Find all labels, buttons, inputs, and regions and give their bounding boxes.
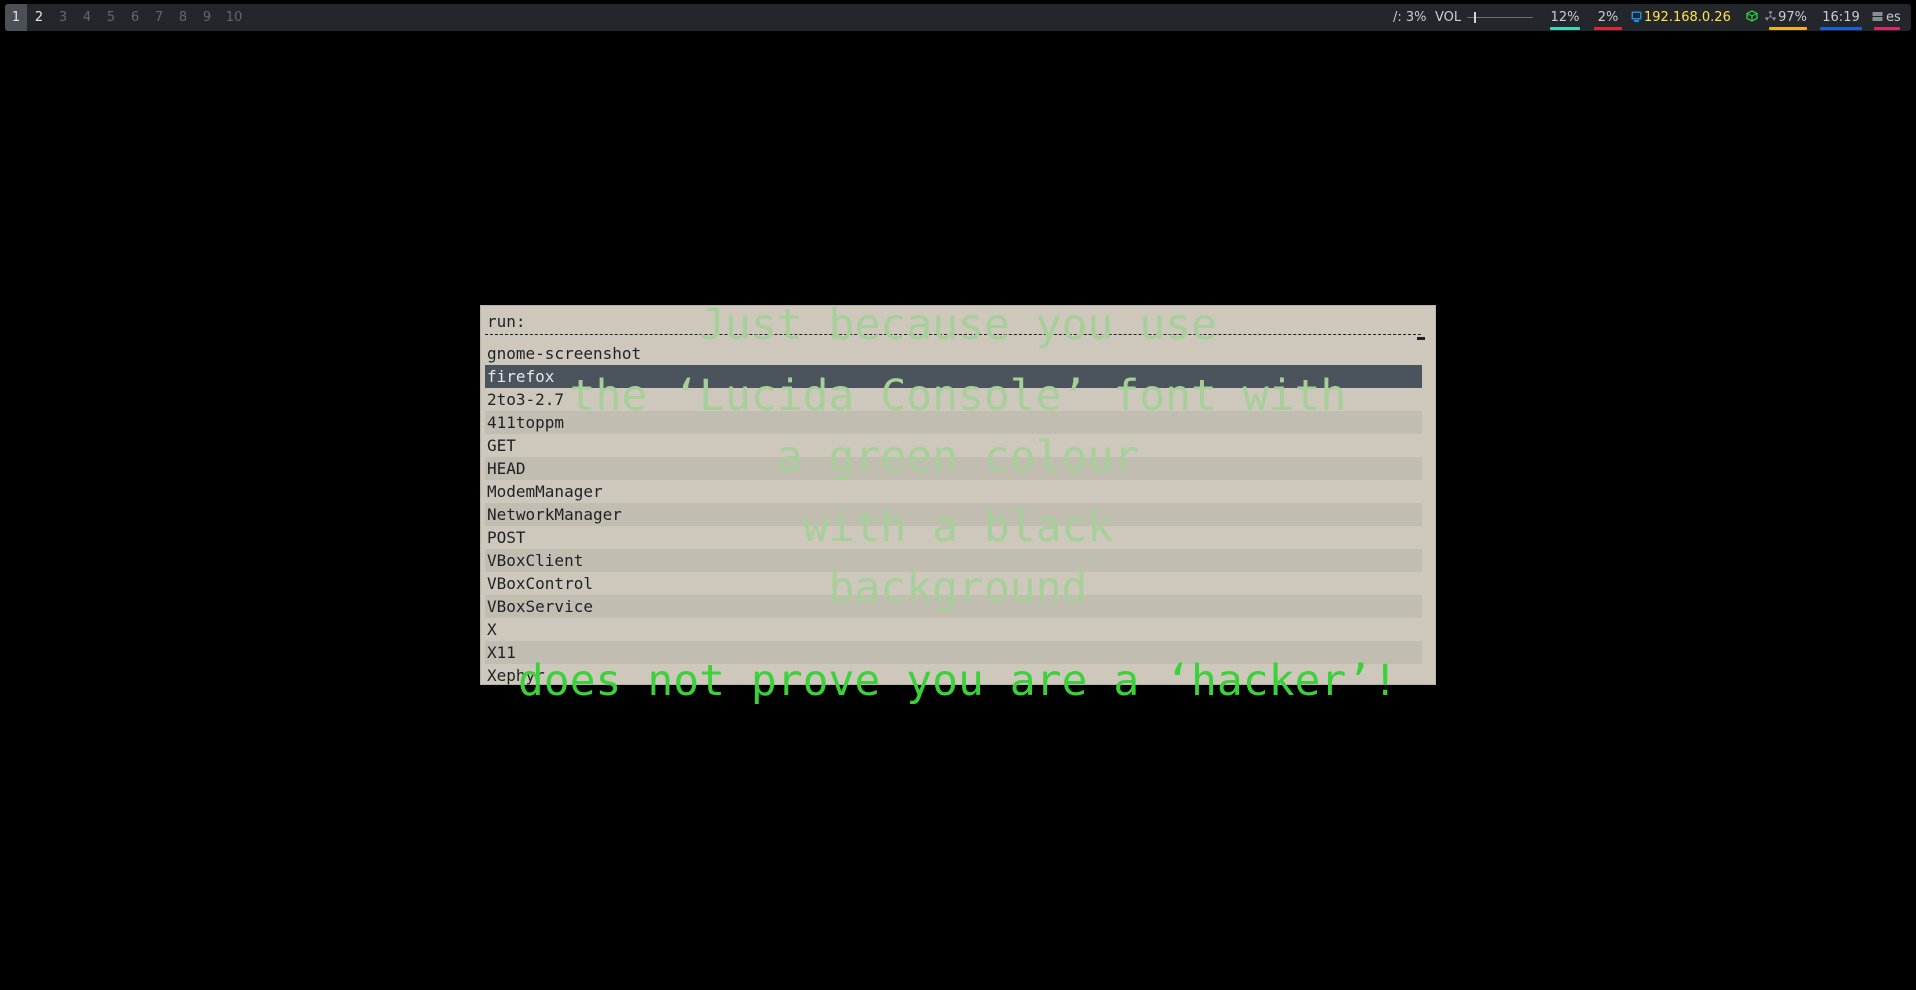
launcher-item[interactable]: gnome-screenshot [485, 342, 1422, 365]
workspace-4[interactable]: 4 [75, 4, 99, 31]
package-icon [1746, 10, 1758, 22]
launcher-item[interactable]: firefox [485, 365, 1422, 388]
volume-slider[interactable] [1467, 17, 1533, 18]
clock[interactable]: 16:19 [1820, 4, 1862, 31]
keyboard-layout-underline [1874, 27, 1900, 30]
launcher-item[interactable]: POST [485, 526, 1422, 549]
battery-underline [1769, 27, 1807, 30]
battery-text: 97% [1778, 10, 1807, 25]
run-prompt[interactable]: run: [487, 312, 526, 332]
network-indicator: 192.168.0.26 [1631, 4, 1731, 31]
keyboard-layout-text: es [1886, 10, 1901, 25]
launcher-item[interactable]: VBoxControl [485, 572, 1422, 595]
launcher-item[interactable]: 2to3-2.7 [485, 388, 1422, 411]
memory-usage: 2% [1594, 4, 1622, 31]
launcher-item[interactable]: HEAD [485, 457, 1422, 480]
radiation-icon [1765, 11, 1776, 21]
workspace-9[interactable]: 9 [195, 4, 219, 31]
workspace-7[interactable]: 7 [147, 4, 171, 31]
workspace-1[interactable]: 1 [5, 4, 27, 31]
cpu-usage-text: 12% [1550, 10, 1580, 25]
disk-usage: /: 3% [1393, 4, 1427, 31]
launcher-item[interactable]: Xephyr [485, 664, 1422, 687]
disk-usage-text: /: 3% [1393, 10, 1427, 25]
clock-underline [1820, 27, 1862, 30]
volume-slider-knob[interactable] [1474, 12, 1476, 23]
volume-label: VOL [1435, 10, 1462, 25]
top-bar: 1 2 3 4 5 6 7 8 9 10 /: 3% VOL 12% 2% 19… [5, 4, 1911, 31]
cpu-underline [1550, 27, 1580, 30]
workspace-8[interactable]: 8 [171, 4, 195, 31]
battery-indicator: 97% [1763, 4, 1807, 31]
scroll-indicator [1417, 337, 1425, 340]
package-indicator [1746, 4, 1758, 31]
launcher-item[interactable]: X [485, 618, 1422, 641]
run-prompt-label: run: [487, 312, 526, 331]
workspace-10[interactable]: 10 [219, 4, 249, 31]
workspace-3[interactable]: 3 [51, 4, 75, 31]
launcher-item[interactable]: X11 [485, 641, 1422, 664]
keyboard-icon [1872, 12, 1883, 21]
launcher-item[interactable]: VBoxClient [485, 549, 1422, 572]
memory-underline [1594, 27, 1622, 30]
workspace-list: 1 2 3 4 5 6 7 8 9 10 [5, 4, 249, 31]
workspace-6[interactable]: 6 [123, 4, 147, 31]
workspace-2[interactable]: 2 [27, 4, 51, 31]
keyboard-layout[interactable]: es [1872, 4, 1904, 31]
memory-usage-text: 2% [1597, 10, 1619, 25]
launcher-item[interactable]: NetworkManager [485, 503, 1422, 526]
launcher-item[interactable]: 411toppm [485, 411, 1422, 434]
launcher-item[interactable]: VBoxService [485, 595, 1422, 618]
prompt-separator [485, 334, 1421, 335]
clock-text: 16:19 [1822, 10, 1860, 25]
launcher-list: gnome-screenshot firefox 2to3-2.7 411toppm G… [485, 342, 1422, 687]
ip-address: 192.168.0.26 [1644, 10, 1731, 25]
workspace-5[interactable]: 5 [99, 4, 123, 31]
launcher-item[interactable]: GET [485, 434, 1422, 457]
launcher-item[interactable]: ModemManager [485, 480, 1422, 503]
volume-indicator[interactable]: VOL [1435, 4, 1461, 31]
network-icon [1631, 11, 1642, 22]
cpu-usage: 12% [1550, 4, 1580, 31]
run-launcher: run: gnome-screenshot firefox 2to3-2.7 411t… [480, 305, 1436, 685]
